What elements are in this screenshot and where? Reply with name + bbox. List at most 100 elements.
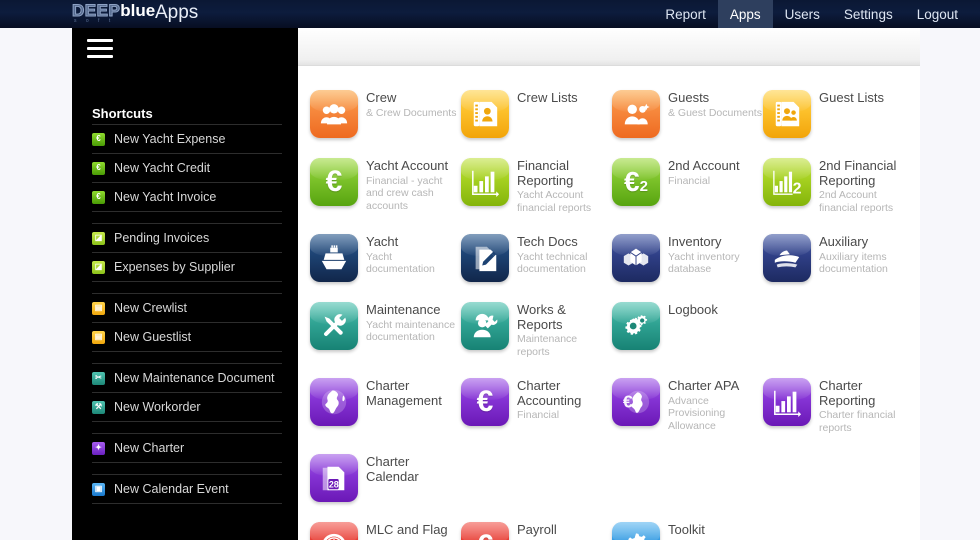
app-row: Yacht Yacht documentation Tech Docs Yacht t… xyxy=(310,230,920,282)
gear-icon[interactable] xyxy=(612,522,660,540)
app-tile-text: Maintenance Yacht maintenance documentati… xyxy=(366,302,461,344)
app-tile[interactable]: Guest Lists xyxy=(763,86,914,138)
app-tile[interactable]: Charter Reporting Charter financial repor… xyxy=(763,374,914,434)
sidebar: Shortcuts € New Yacht Expense € New Yacht C… xyxy=(72,28,298,540)
globe-icon[interactable] xyxy=(310,378,358,426)
shortcut-item[interactable]: ▤ New Guestlist xyxy=(92,322,282,351)
app-tile[interactable]: MLC and Flag xyxy=(310,518,461,540)
euro-icon[interactable]: € xyxy=(461,378,509,426)
logo[interactable]: DEEP blue s o f t xyxy=(71,1,155,25)
shortcut-item[interactable]: ▣ New Calendar Event xyxy=(92,474,282,503)
bar-chart-two-icon[interactable]: 2 xyxy=(763,158,811,206)
app-row: € Yacht Account Financial - yacht and crew… xyxy=(310,154,920,214)
app-tile-text: Charter Calendar xyxy=(366,454,461,484)
content-panel: Crew & Crew Documents Crew Lists Guests & Gu… xyxy=(298,28,920,540)
ship-icon[interactable] xyxy=(310,234,358,282)
app-tile-text: Financial Reporting Yacht Account financi… xyxy=(517,158,612,214)
app-cell-empty xyxy=(763,298,914,358)
app-tile[interactable]: € Charter Accounting Financial xyxy=(461,374,612,434)
app-tile-subtitle: Yacht documentation xyxy=(366,250,435,276)
chart-lime-icon: ◪ xyxy=(92,231,105,245)
app-tile[interactable]: 28 Charter Calendar xyxy=(310,450,461,502)
app-tile[interactable]: Guests & Guest Documents xyxy=(612,86,763,138)
shortcut-label: New Yacht Expense xyxy=(114,132,226,146)
app-tile[interactable]: Charter Management xyxy=(310,374,461,434)
tools-icon[interactable] xyxy=(310,302,358,350)
shortcut-item[interactable]: € New Yacht Credit xyxy=(92,153,282,182)
app-tile[interactable]: 2 2nd Financial Reporting 2nd Account fina… xyxy=(763,154,914,214)
shortcut-item[interactable]: ⚒ New Workorder xyxy=(92,392,282,421)
app-tile[interactable]: Logbook xyxy=(612,298,763,358)
shortcut-item[interactable]: € New Yacht Invoice xyxy=(92,182,282,211)
app-tile-title: Charter Accounting xyxy=(517,378,582,408)
shortcut-label: New Crewlist xyxy=(114,301,187,315)
shortcut-item[interactable]: ✦ New Charter xyxy=(92,433,282,462)
euro-icon[interactable]: € xyxy=(310,158,358,206)
app-tile-subtitle: Yacht inventory database xyxy=(668,250,740,276)
app-tile-title: Auxiliary xyxy=(819,234,869,249)
nav-item-users[interactable]: Users xyxy=(773,0,832,28)
nav-item-report[interactable]: Report xyxy=(653,0,718,28)
shortcut-separator xyxy=(92,211,282,223)
hamburger-menu-icon[interactable] xyxy=(87,39,113,59)
app-tile[interactable]: € Yacht Account Financial - yacht and crew… xyxy=(310,154,461,214)
app-tile[interactable]: Financial Reporting Yacht Account financi… xyxy=(461,154,612,214)
bar-chart-icon[interactable] xyxy=(763,378,811,426)
app-tile-text: Logbook xyxy=(668,302,763,318)
app-tile[interactable]: Maintenance Yacht maintenance documentati… xyxy=(310,298,461,358)
shortcut-label: New Charter xyxy=(114,441,185,455)
shortcut-label: New Maintenance Document xyxy=(114,371,275,385)
svg-text:28: 28 xyxy=(329,479,339,489)
euro-two-icon[interactable]: €2 xyxy=(612,158,660,206)
shortcut-item[interactable]: ▤ New Crewlist xyxy=(92,293,282,322)
app-tile-text: Yacht Yacht documentation xyxy=(366,234,461,276)
euro-green-icon: € xyxy=(92,161,105,175)
app-tile[interactable]: Yacht Yacht documentation xyxy=(310,230,461,282)
crewlist-yellow-icon: ▤ xyxy=(92,301,105,315)
app-tile[interactable]: Tech Docs Yacht technical documentation xyxy=(461,230,612,282)
globe-euro-icon[interactable]: € xyxy=(612,378,660,426)
app-tile-text: Inventory Yacht inventory database xyxy=(668,234,763,276)
guest-list-card-icon[interactable] xyxy=(763,90,811,138)
document-pen-icon[interactable] xyxy=(461,234,509,282)
crew-list-card-icon[interactable] xyxy=(461,90,509,138)
app-tile-title: Crew Lists xyxy=(517,90,578,105)
app-tile-text: Crew & Crew Documents xyxy=(366,90,461,119)
app-tile[interactable]: Crew Lists xyxy=(461,86,612,138)
calendar-28-icon[interactable]: 28 xyxy=(310,454,358,502)
shortcut-item[interactable]: ◪ Expenses by Supplier xyxy=(92,252,282,281)
clock-icon[interactable] xyxy=(310,522,358,540)
crew-group-icon[interactable] xyxy=(310,90,358,138)
nav-item-logout[interactable]: Logout xyxy=(905,0,970,28)
nav-item-apps[interactable]: Apps xyxy=(717,0,773,28)
euro-icon[interactable]: € xyxy=(461,522,509,540)
app-tile-text: Charter Management xyxy=(366,378,461,408)
app-tile-subtitle: & Crew Documents xyxy=(366,106,457,119)
app-tile[interactable]: Auxiliary Auxiliary items documentation xyxy=(763,230,914,282)
app-tile[interactable]: Inventory Yacht inventory database xyxy=(612,230,763,282)
app-tile[interactable]: €2 2nd Account Financial xyxy=(612,154,763,214)
app-tile-text: Crew Lists xyxy=(517,90,612,106)
shortcut-item[interactable]: € New Yacht Expense xyxy=(92,124,282,153)
calendar-blue-icon: ▣ xyxy=(92,482,105,496)
app-tile[interactable]: € Charter APA Advance Provisioning Allowan… xyxy=(612,374,763,434)
guests-group-icon[interactable] xyxy=(612,90,660,138)
shortcuts-list: € New Yacht Expense € New Yacht Credit € New … xyxy=(92,124,282,504)
chart-lime-icon: ◪ xyxy=(92,260,105,274)
shortcut-label: New Guestlist xyxy=(114,330,192,344)
svg-text:2: 2 xyxy=(793,180,802,197)
app-tile[interactable]: Crew & Crew Documents xyxy=(310,86,461,138)
bar-chart-icon[interactable] xyxy=(461,158,509,206)
nav-item-settings[interactable]: Settings xyxy=(832,0,905,28)
shortcut-item[interactable]: ✂ New Maintenance Document xyxy=(92,363,282,392)
app-cell-empty xyxy=(461,450,612,502)
tender-boat-icon[interactable] xyxy=(763,234,811,282)
shortcut-item[interactable]: ◪ Pending Invoices xyxy=(92,223,282,252)
app-tile[interactable]: ToolkitCalendar, contacts, help, backup,… xyxy=(612,518,763,540)
boxes-icon[interactable] xyxy=(612,234,660,282)
app-tile[interactable]: € PayrollCrew payroll xyxy=(461,518,612,540)
app-tile[interactable]: Works & Reports Maintenance reports xyxy=(461,298,612,358)
worker-wrench-icon[interactable] xyxy=(461,302,509,350)
app-tile-text: Charter Reporting Charter financial repor… xyxy=(819,378,914,434)
gears-icon[interactable] xyxy=(612,302,660,350)
